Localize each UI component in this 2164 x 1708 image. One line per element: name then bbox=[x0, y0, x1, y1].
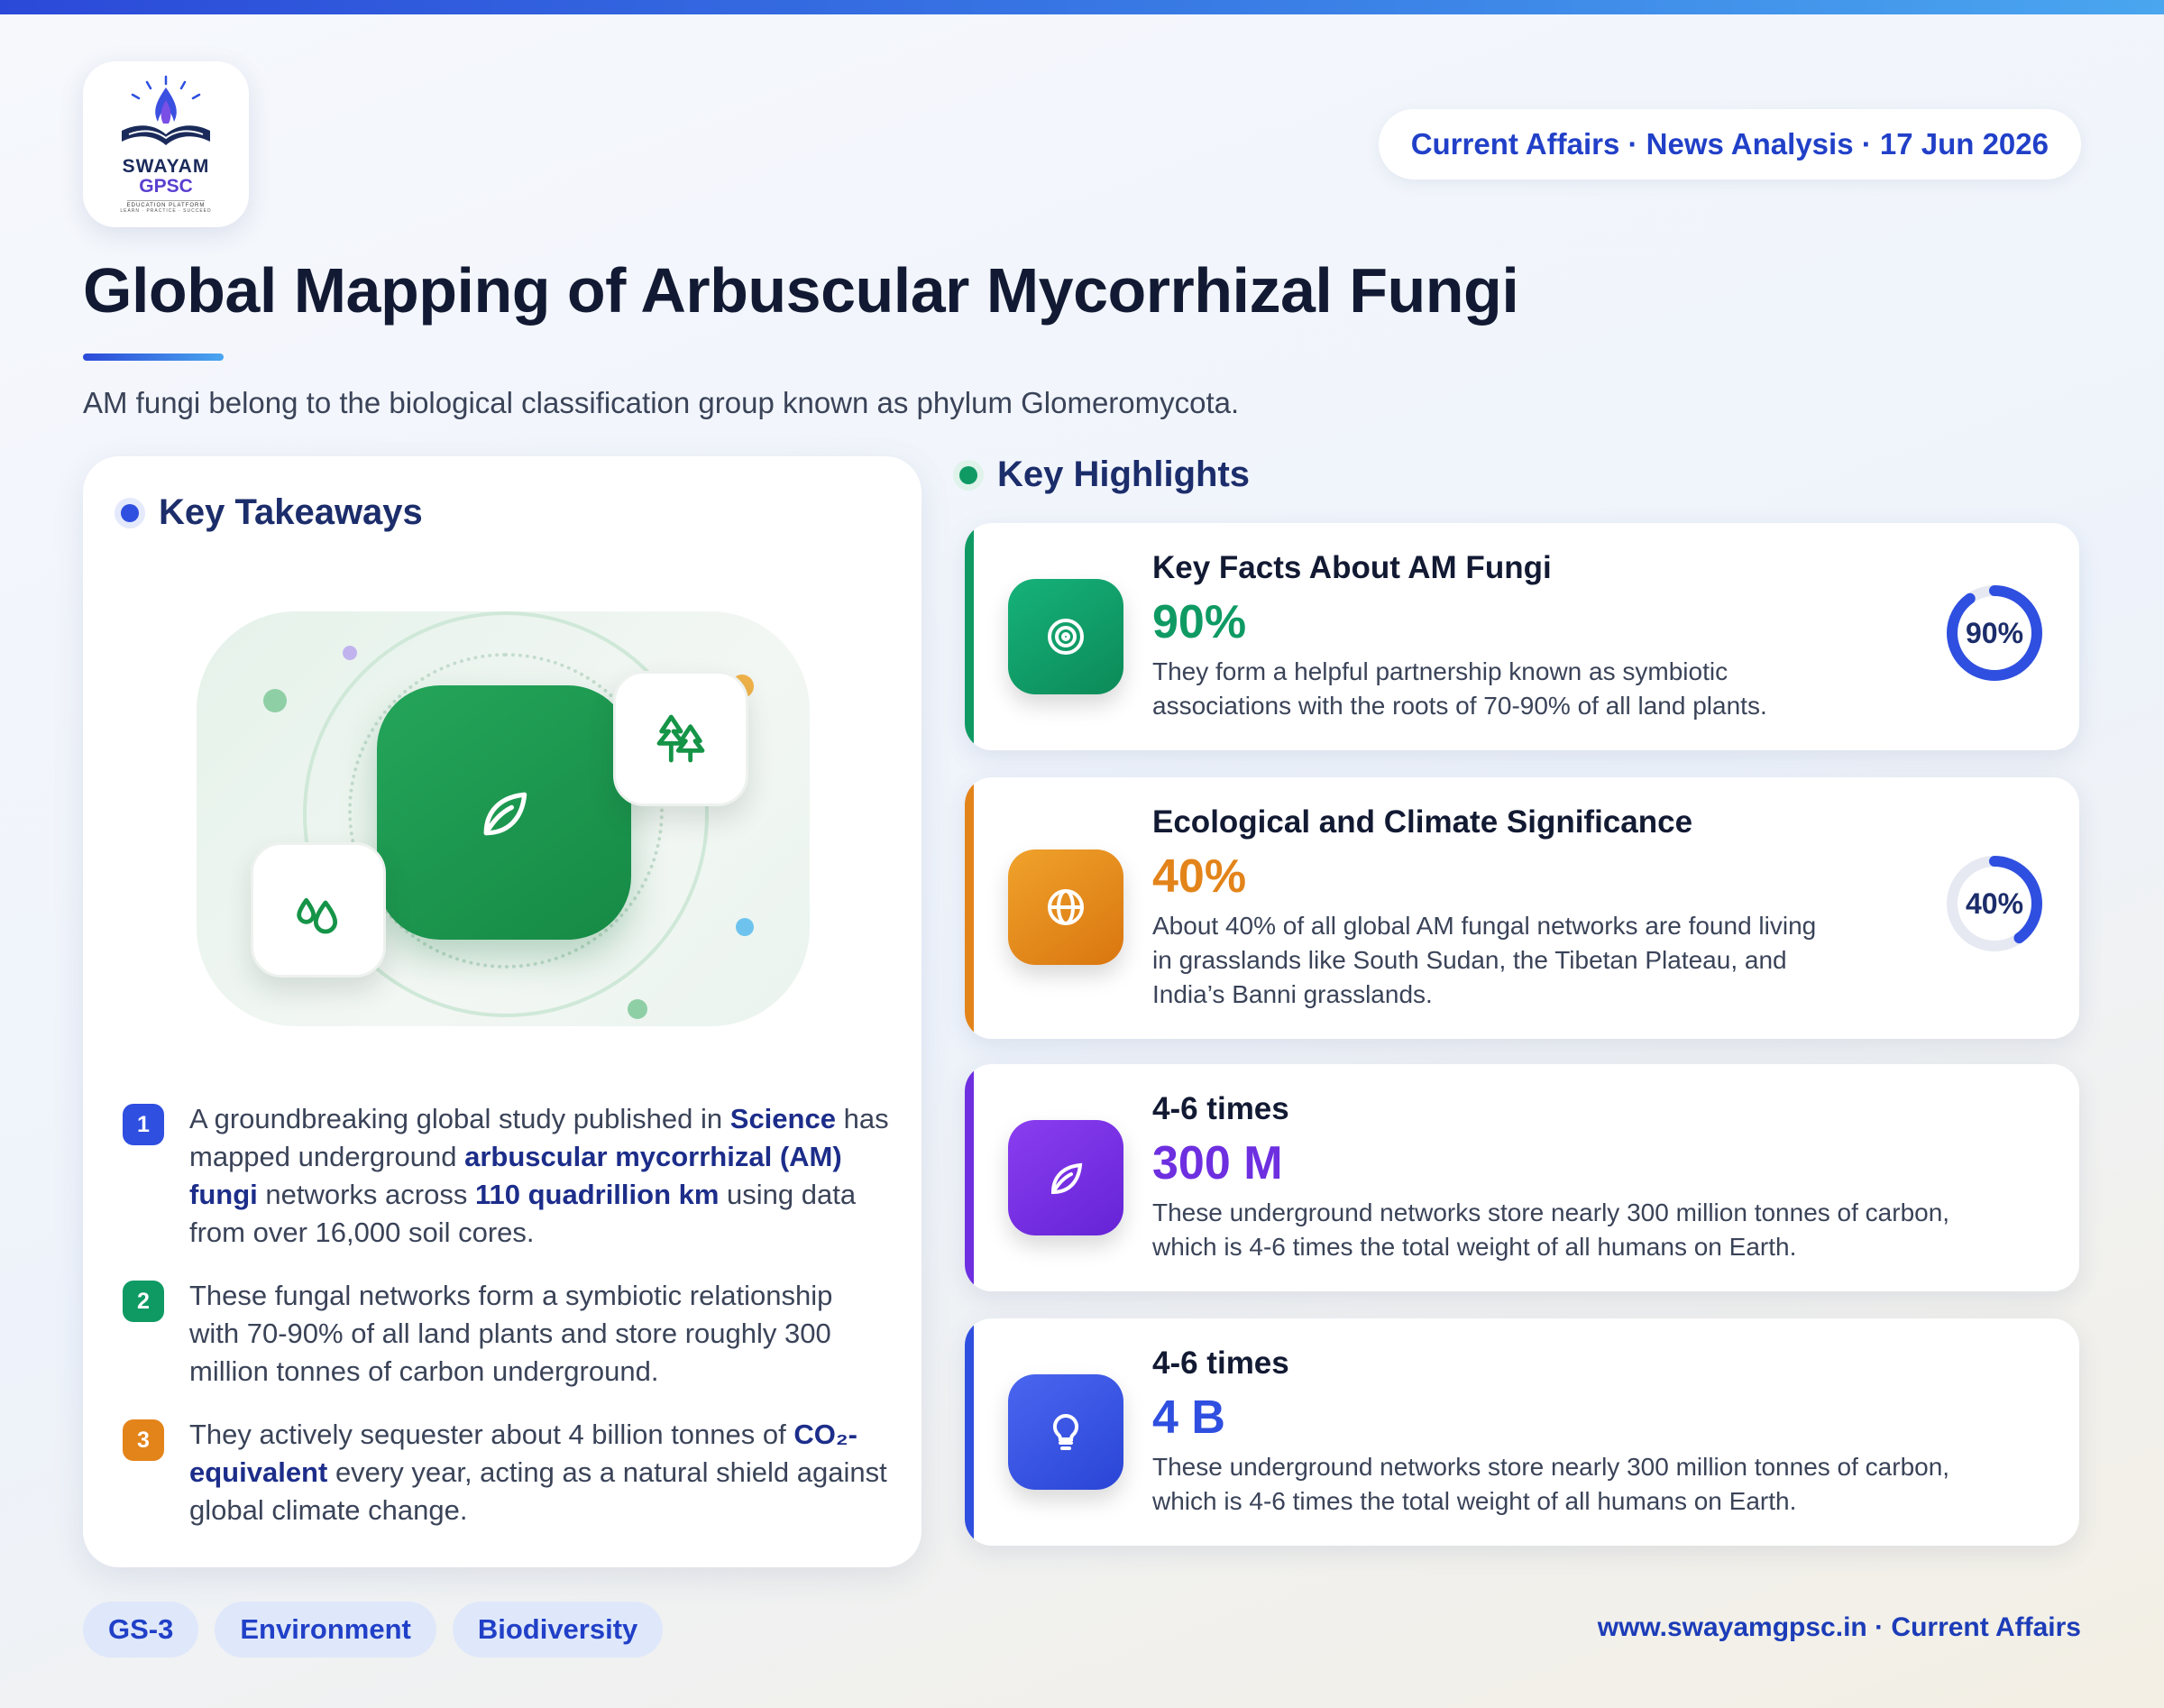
target-icon bbox=[1008, 579, 1123, 694]
leaf-icon bbox=[377, 685, 631, 940]
highlight-card-key-facts: Key Facts About AM Fungi 90% They form a… bbox=[965, 523, 2079, 750]
page-subtitle: AM fungi belong to the biological classi… bbox=[83, 386, 1240, 419]
takeaway-item: 1 A groundbreaking global study publishe… bbox=[123, 1100, 889, 1252]
card-value: 300 M bbox=[1152, 1137, 1283, 1189]
takeaway-number: 2 bbox=[123, 1281, 164, 1322]
water-drops-icon bbox=[251, 842, 386, 978]
highlight-card-ecological: Ecological and Climate Significance 40% … bbox=[965, 777, 2079, 1039]
key-takeaways-label: Key Takeaways bbox=[159, 492, 423, 532]
takeaway-text: These fungal networks form a symbiotic r… bbox=[189, 1280, 833, 1387]
tag-environment[interactable]: Environment bbox=[215, 1602, 436, 1657]
tag-gs3[interactable]: GS-3 bbox=[83, 1602, 199, 1657]
lightbulb-icon bbox=[1008, 1374, 1123, 1490]
takeaway-number: 3 bbox=[123, 1419, 164, 1461]
logo-text-swayam: SWAYAM bbox=[122, 156, 210, 177]
card-value: 90% bbox=[1152, 596, 1247, 648]
card-heading: 4-6 times bbox=[1152, 1091, 1289, 1126]
logo-tagline: EDUCATION PLATFORM bbox=[126, 200, 206, 208]
bullet-dot-icon bbox=[959, 465, 977, 484]
tag-biodiversity[interactable]: Biodiversity bbox=[452, 1602, 664, 1657]
brand-logo[interactable]: SWAYAM GPSC EDUCATION PLATFORM LEARN · P… bbox=[83, 61, 249, 227]
key-takeaways-card: Key Takeaways 1 A groundbreaking global … bbox=[83, 456, 922, 1567]
progress-ring: 90% bbox=[1946, 584, 2043, 682]
fungi-illustration bbox=[197, 611, 810, 1026]
highlight-card-sequestration: 4-6 times 4 B These underground networks… bbox=[965, 1318, 2079, 1546]
card-value: 40% bbox=[1152, 850, 1247, 903]
highlight-card-carbon-storage: 4-6 times 300 M These underground networ… bbox=[965, 1064, 2079, 1291]
page-title: Global Mapping of Arbuscular Mycorrhizal… bbox=[83, 255, 1519, 326]
progress-ring: 40% bbox=[1946, 855, 2043, 952]
key-takeaways-heading: Key Takeaways bbox=[121, 492, 423, 533]
trees-icon bbox=[613, 671, 748, 806]
card-heading: 4-6 times bbox=[1152, 1345, 1289, 1381]
takeaway-text: They actively sequester about 4 billion … bbox=[189, 1419, 887, 1526]
topic-tags: GS-3 Environment Biodiversity bbox=[83, 1602, 679, 1657]
bullet-dot-icon bbox=[121, 503, 139, 522]
logo-text-gpsc: GPSC bbox=[139, 176, 193, 197]
card-description: These underground networks store nearly … bbox=[1152, 1198, 1950, 1261]
logo-subtagline: LEARN · PRACTICE · SUCCEED bbox=[120, 208, 212, 214]
card-description: These underground networks store nearly … bbox=[1152, 1453, 1950, 1515]
card-value: 4 B bbox=[1152, 1391, 1225, 1444]
title-underline bbox=[83, 354, 224, 361]
ring-label: 40% bbox=[1965, 886, 2024, 920]
takeaway-item: 2 These fungal networks form a symbiotic… bbox=[123, 1277, 889, 1391]
card-heading: Ecological and Climate Significance bbox=[1152, 804, 1693, 840]
takeaway-text: A groundbreaking global study published … bbox=[189, 1103, 889, 1248]
footer-link[interactable]: www.swayamgpsc.in · Current Affairs bbox=[1598, 1612, 2081, 1643]
takeaways-list: 1 A groundbreaking global study publishe… bbox=[123, 1100, 889, 1555]
key-highlights-label: Key Highlights bbox=[997, 455, 1251, 494]
takeaway-number: 1 bbox=[123, 1104, 164, 1145]
leaf-icon bbox=[1008, 1120, 1123, 1235]
flame-book-icon bbox=[122, 75, 210, 145]
top-accent-bar bbox=[0, 0, 2164, 14]
takeaway-item: 3 They actively sequester about 4 billio… bbox=[123, 1416, 889, 1529]
globe-icon bbox=[1008, 849, 1123, 965]
ring-label: 90% bbox=[1965, 616, 2024, 649]
card-description: About 40% of all global AM fungal networ… bbox=[1152, 912, 1817, 1008]
key-highlights-heading: Key Highlights bbox=[959, 455, 1250, 495]
card-description: They form a helpful partnership known as… bbox=[1152, 657, 1767, 720]
card-heading: Key Facts About AM Fungi bbox=[1152, 550, 1552, 585]
meta-badge: Current Affairs · News Analysis · 17 Jun… bbox=[1378, 109, 2081, 179]
